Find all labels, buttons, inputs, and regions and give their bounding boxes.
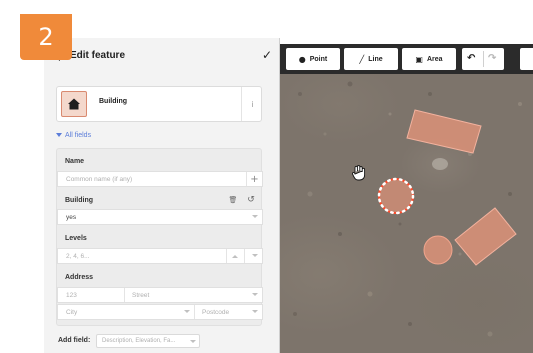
levels-field-label: Levels — [65, 235, 87, 242]
ground-patch — [432, 158, 448, 170]
info-icon[interactable]: i — [241, 87, 263, 121]
name-input[interactable]: Common name (if any) + — [57, 171, 263, 187]
top-toolbar: ● Point ╱ Line ▣ Area ↶ ↷ — [280, 44, 533, 74]
decrement-icon[interactable] — [252, 254, 258, 257]
revert-icon[interactable]: ↺ — [243, 193, 259, 207]
map-features — [293, 81, 522, 337]
area-icon: ▣ — [415, 54, 423, 64]
address-row-1: 123 Street — [57, 287, 263, 303]
chevron-down-icon — [252, 293, 258, 296]
building-icon — [61, 91, 87, 117]
stepper-divider — [226, 249, 227, 263]
stepper-divider — [244, 249, 245, 263]
housenumber-input[interactable]: 123 — [66, 292, 77, 299]
building-feature-right[interactable] — [454, 207, 517, 266]
undo-redo-group: ↶ ↷ — [462, 48, 504, 70]
hand-cursor-icon — [352, 165, 366, 181]
save-button[interactable] — [520, 48, 533, 70]
chevron-down-icon — [252, 215, 258, 218]
add-point-button[interactable]: ● Point — [286, 48, 340, 70]
id-editor-screen: ● Point ╱ Line ▣ Area ↶ ↷ Edit feature ✓ — [0, 0, 533, 353]
feature-editor-panel: Edit feature ✓ Building i All fields Nam… — [44, 38, 280, 353]
add-area-button[interactable]: ▣ Area — [402, 48, 456, 70]
building-combo[interactable]: yes — [57, 209, 263, 225]
done-checkmark-icon[interactable]: ✓ — [262, 48, 272, 62]
address-divider — [124, 288, 125, 302]
map-view[interactable] — [280, 44, 533, 353]
name-field-label: Name — [65, 158, 85, 165]
address-row-2: City Postcode — [57, 304, 263, 320]
disclosure-triangle-icon — [56, 133, 62, 138]
chevron-down-icon — [190, 340, 196, 343]
panel-title: Edit feature — [70, 50, 126, 61]
add-localized-name-button[interactable]: + — [246, 172, 262, 186]
street-input[interactable]: Street — [132, 292, 149, 299]
pin-icon: ● — [298, 54, 306, 64]
undo-redo-divider — [483, 51, 484, 67]
all-fields-toggle[interactable]: All fields — [56, 132, 91, 139]
step-number-badge: 2 — [20, 14, 72, 60]
increment-icon[interactable] — [232, 255, 238, 258]
levels-input[interactable]: 2, 4, 6... — [57, 248, 263, 264]
building-feature[interactable] — [406, 109, 482, 154]
building-field-label: Building — [65, 197, 93, 204]
address-divider — [194, 305, 195, 319]
chevron-down-icon — [252, 310, 258, 313]
trash-icon[interactable]: 🗑 — [225, 193, 241, 207]
preset-label: Building — [99, 98, 127, 105]
postcode-input[interactable]: Postcode — [202, 309, 229, 316]
round-feature[interactable] — [423, 235, 453, 265]
add-field-label: Add field: — [58, 337, 91, 344]
fields-container: Name Common name (if any) + Building 🗑 ↺… — [56, 148, 263, 326]
chevron-down-icon — [184, 310, 190, 313]
preset-card[interactable]: Building i — [56, 86, 262, 122]
panel-header: Edit feature ✓ — [44, 46, 280, 70]
selected-circular-feature[interactable] — [377, 177, 415, 215]
add-line-button[interactable]: ╱ Line — [344, 48, 398, 70]
undo-button[interactable]: ↶ — [467, 53, 475, 64]
line-icon: ╱ — [359, 54, 365, 64]
city-input[interactable]: City — [66, 309, 77, 316]
address-field-label: Address — [65, 274, 94, 281]
add-field-combo[interactable]: Description, Elevation, Fa... — [96, 334, 200, 348]
redo-button[interactable]: ↷ — [488, 53, 496, 64]
